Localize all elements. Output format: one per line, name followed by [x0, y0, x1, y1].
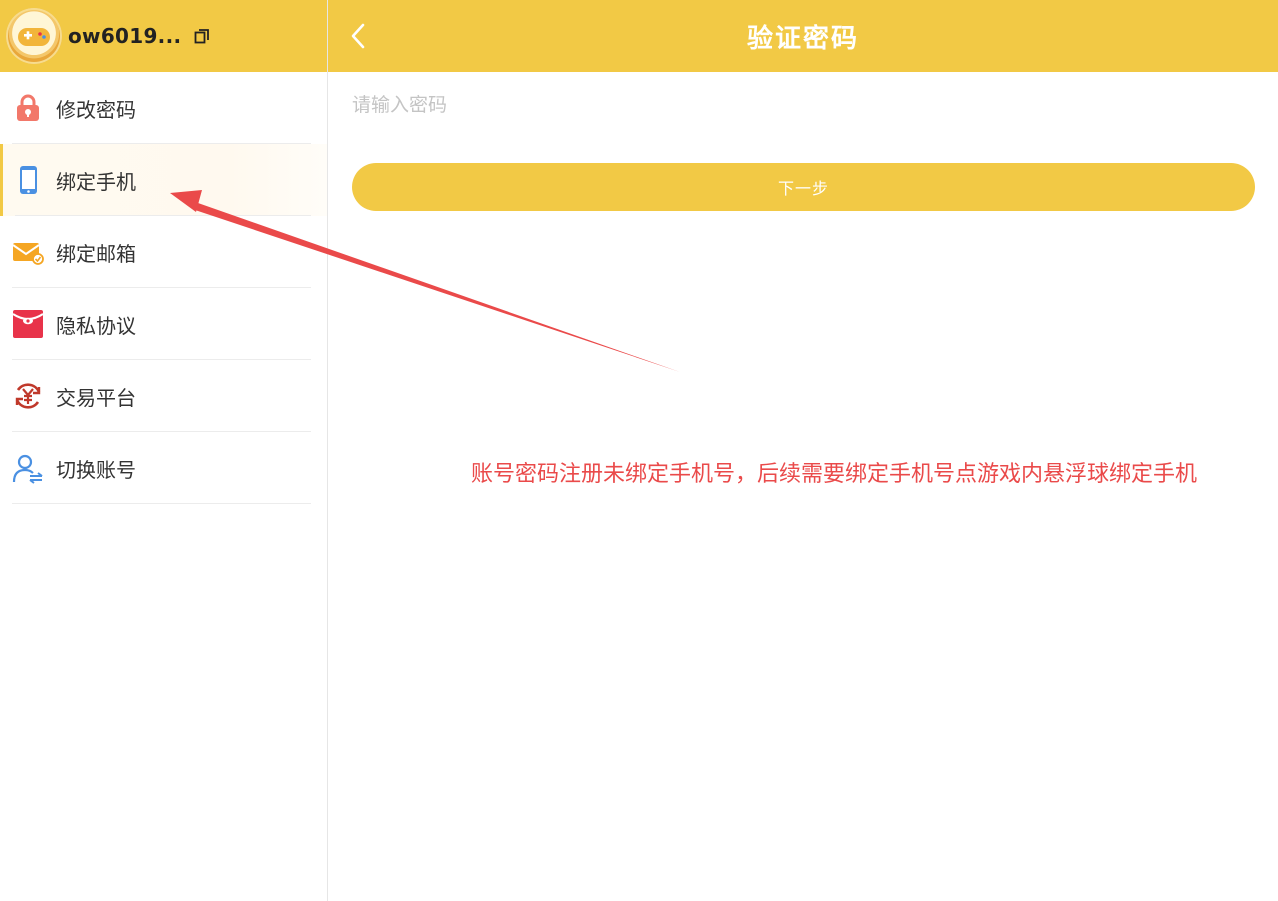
sidebar-item-switch-account[interactable]: 切换账号 [0, 432, 327, 504]
sidebar-item-label: 隐私协议 [56, 313, 136, 338]
user-header: ow6019... [0, 0, 327, 72]
page-title: 验证密码 [746, 23, 859, 54]
sidebar-item-privacy[interactable]: 隐私协议 [0, 288, 327, 360]
privacy-envelope-icon [12, 310, 44, 338]
password-input[interactable] [352, 84, 1252, 126]
next-button[interactable]: 下一步 [352, 163, 1255, 211]
sidebar-item-bind-email[interactable]: 绑定邮箱 [0, 216, 327, 288]
sidebar-menu: 修改密码 绑定手机 绑定邮箱 隐私协议 交易平台 切换账号 [0, 72, 327, 504]
sidebar-item-label: 绑定邮箱 [56, 241, 136, 266]
copy-icon[interactable] [193, 27, 211, 45]
sidebar-item-label: 交易平台 [56, 385, 136, 410]
main-panel: 验证密码 下一步 [328, 0, 1278, 901]
top-bar: 验证密码 [328, 0, 1278, 72]
back-chevron-icon[interactable] [348, 22, 368, 50]
phone-icon [20, 166, 37, 194]
sidebar-item-change-password[interactable]: 修改密码 [0, 72, 327, 144]
gamepad-icon [18, 28, 50, 46]
yuan-exchange-icon [15, 383, 41, 409]
avatar[interactable] [6, 8, 62, 64]
lock-icon [17, 94, 39, 121]
sidebar-item-trade-platform[interactable]: 交易平台 [0, 360, 327, 432]
sidebar-item-label: 修改密码 [56, 97, 136, 122]
sidebar-item-bind-phone[interactable]: 绑定手机 [0, 144, 327, 216]
sidebar: ow6019... 修改密码 绑定手机 绑定邮箱 隐私协议 交易平台 切换账号 [0, 0, 328, 901]
app-window: ow6019... 修改密码 绑定手机 绑定邮箱 隐私协议 交易平台 切换账号 … [0, 0, 1278, 901]
mail-icon [12, 243, 44, 265]
username: ow6019... [68, 24, 182, 48]
sidebar-item-label: 切换账号 [56, 457, 136, 482]
switch-user-icon [12, 454, 43, 484]
annotation-text: 账号密码注册未绑定手机号，后续需要绑定手机号点游戏内悬浮球绑定手机 [471, 462, 1198, 487]
sidebar-item-label: 绑定手机 [56, 169, 136, 194]
